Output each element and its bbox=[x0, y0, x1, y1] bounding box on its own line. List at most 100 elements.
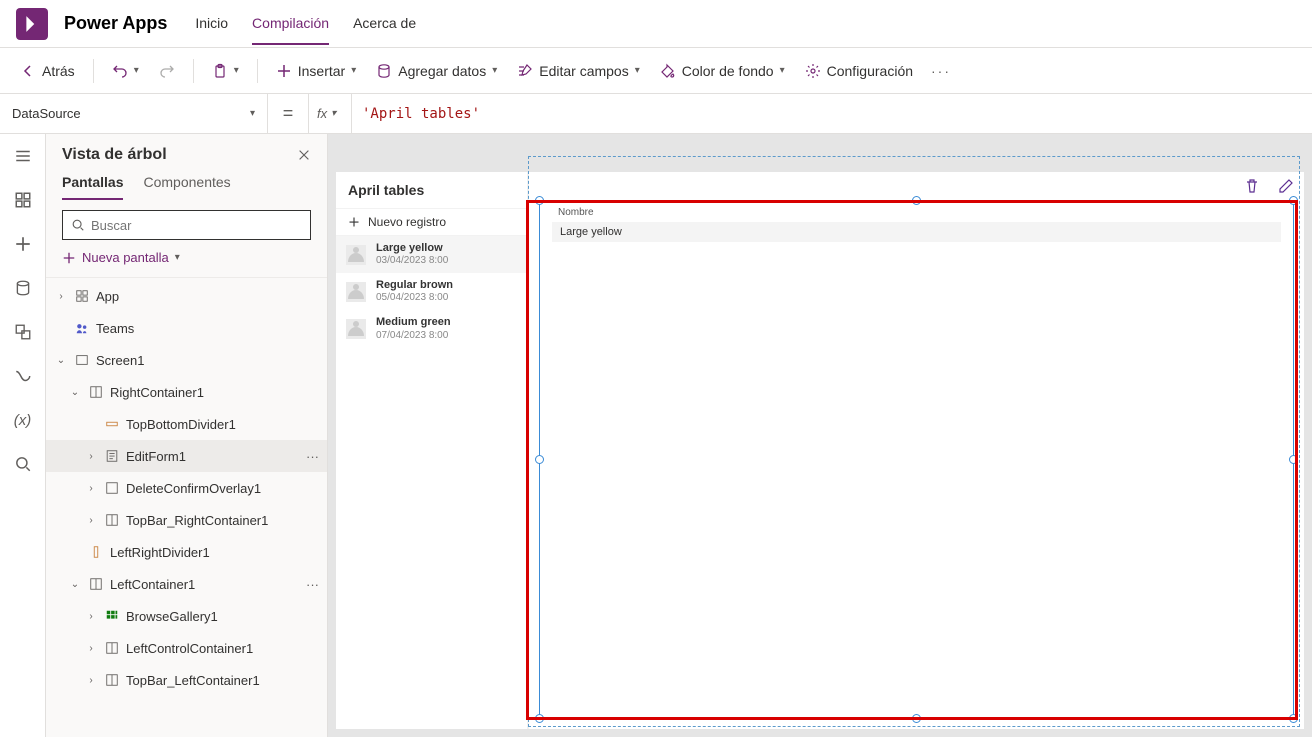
resize-handle[interactable] bbox=[912, 714, 921, 723]
edit-fields-label: Editar campos bbox=[539, 63, 628, 79]
tree-item-divider[interactable]: · TopBottomDivider1 bbox=[46, 408, 327, 440]
tree-item-topbar-right[interactable]: › TopBar_RightContainer1 bbox=[46, 504, 327, 536]
tree-item-app[interactable]: › App bbox=[46, 280, 327, 312]
form-field-input[interactable]: Large yellow bbox=[552, 222, 1281, 242]
color-bucket-icon bbox=[660, 63, 676, 79]
clipboard-icon bbox=[212, 63, 228, 79]
rail-tree-icon[interactable] bbox=[13, 146, 33, 166]
resize-handle[interactable] bbox=[912, 196, 921, 205]
edit-fields-button[interactable]: Editar campos ▾ bbox=[511, 59, 646, 83]
resize-handle[interactable] bbox=[1289, 714, 1298, 723]
insert-button[interactable]: Insertar ▾ bbox=[270, 59, 363, 83]
more-icon[interactable]: ··· bbox=[306, 449, 319, 464]
chevron-right-icon[interactable]: › bbox=[84, 483, 98, 494]
ribbon-separator bbox=[193, 59, 194, 83]
chevron-down-icon[interactable]: ▾ bbox=[351, 65, 356, 76]
tree-item-screen1[interactable]: ⌄ Screen1 bbox=[46, 344, 327, 376]
delete-icon[interactable] bbox=[1244, 178, 1260, 194]
selected-editform-control[interactable]: Nombre Large yellow bbox=[539, 200, 1294, 719]
row-name: Medium green bbox=[376, 316, 451, 329]
paste-button[interactable]: ▾ bbox=[206, 59, 245, 83]
tree-label: Screen1 bbox=[96, 353, 144, 368]
undo-button[interactable]: ▾ bbox=[106, 59, 145, 83]
container-icon bbox=[104, 480, 120, 496]
nav-about[interactable]: Acerca de bbox=[353, 3, 416, 45]
rail-media-icon[interactable] bbox=[13, 322, 33, 342]
tree-item-deleteconfirm[interactable]: › DeleteConfirmOverlay1 bbox=[46, 472, 327, 504]
chevron-down-icon[interactable]: ▾ bbox=[492, 65, 497, 76]
top-nav: Inicio Compilación Acerca de bbox=[195, 3, 416, 45]
chevron-right-icon[interactable]: › bbox=[84, 515, 98, 526]
fx-button[interactable]: fx ▾ bbox=[308, 94, 352, 133]
tab-screens[interactable]: Pantallas bbox=[62, 174, 123, 200]
resize-handle[interactable] bbox=[535, 714, 544, 723]
rail-variable-icon[interactable]: (x) bbox=[13, 410, 33, 430]
tree-item-leftcontainer[interactable]: ⌄ LeftContainer1 ··· bbox=[46, 568, 327, 600]
chevron-right-icon[interactable]: › bbox=[84, 643, 98, 654]
rail-data-icon[interactable] bbox=[13, 278, 33, 298]
resize-handle[interactable] bbox=[535, 196, 544, 205]
new-record-button[interactable]: Nuevo registro bbox=[336, 208, 527, 236]
bg-color-button[interactable]: Color de fondo ▾ bbox=[654, 59, 791, 83]
chevron-right-icon[interactable]: › bbox=[84, 451, 98, 462]
property-selector[interactable]: DataSource ▾ bbox=[0, 94, 268, 134]
list-item[interactable]: Regular brown 05/04/2023 8:00 bbox=[336, 273, 527, 310]
plus-icon bbox=[62, 251, 76, 265]
redo-button[interactable] bbox=[153, 59, 181, 83]
divider-icon bbox=[104, 416, 120, 432]
gear-icon bbox=[805, 63, 821, 79]
chevron-right-icon[interactable]: › bbox=[84, 675, 98, 686]
chevron-down-icon[interactable]: ▾ bbox=[234, 65, 239, 76]
resize-handle[interactable] bbox=[1289, 455, 1298, 464]
new-record-label: Nuevo registro bbox=[368, 215, 446, 229]
app-logo-icon bbox=[16, 8, 48, 40]
chevron-down-icon[interactable]: ▾ bbox=[635, 65, 640, 76]
back-button[interactable]: Atrás bbox=[14, 59, 81, 83]
resize-handle[interactable] bbox=[535, 455, 544, 464]
tree-panel: Vista de árbol Pantallas Componentes bbox=[46, 134, 328, 737]
new-screen-button[interactable]: Nueva pantalla ▾ bbox=[46, 240, 327, 275]
more-button[interactable]: ··· bbox=[927, 59, 955, 83]
settings-button[interactable]: Configuración bbox=[799, 59, 919, 83]
tree-item-topbar-left[interactable]: › TopBar_LeftContainer1 bbox=[46, 664, 327, 696]
search-input[interactable] bbox=[91, 218, 302, 233]
tab-components[interactable]: Componentes bbox=[143, 174, 230, 200]
more-icon[interactable]: ··· bbox=[306, 577, 319, 592]
canvas[interactable]: April tables Nuevo registro Large yellow… bbox=[328, 134, 1312, 737]
chevron-right-icon[interactable]: › bbox=[54, 291, 68, 302]
close-icon[interactable] bbox=[297, 148, 311, 162]
chevron-down-icon[interactable]: ⌄ bbox=[68, 387, 82, 398]
rail-insert-icon[interactable] bbox=[13, 190, 33, 210]
chevron-down-icon[interactable]: ▾ bbox=[780, 65, 785, 76]
row-date: 05/04/2023 8:00 bbox=[376, 292, 453, 304]
add-data-button[interactable]: Agregar datos ▾ bbox=[370, 59, 503, 83]
tree-label: LeftControlContainer1 bbox=[126, 641, 253, 656]
ribbon-separator bbox=[93, 59, 94, 83]
side-rail: (x) bbox=[0, 134, 46, 737]
screen-icon bbox=[74, 352, 90, 368]
tree-item-browsegallery[interactable]: › BrowseGallery1 bbox=[46, 600, 327, 632]
formula-input[interactable]: 'April tables' bbox=[352, 94, 1312, 133]
tree-item-editform[interactable]: › EditForm1 ··· bbox=[46, 440, 327, 472]
container-icon bbox=[104, 640, 120, 656]
chevron-down-icon[interactable]: ⌄ bbox=[54, 355, 68, 366]
edit-icon[interactable] bbox=[1278, 178, 1294, 194]
tree-item-rightcontainer[interactable]: ⌄ RightContainer1 bbox=[46, 376, 327, 408]
rail-search-icon[interactable] bbox=[13, 454, 33, 474]
list-item[interactable]: Large yellow 03/04/2023 8:00 bbox=[336, 236, 527, 273]
chevron-down-icon: ▾ bbox=[250, 108, 255, 119]
nav-home[interactable]: Inicio bbox=[195, 3, 228, 45]
chevron-right-icon[interactable]: › bbox=[84, 611, 98, 622]
rail-plus-icon[interactable] bbox=[13, 234, 33, 254]
row-date: 07/04/2023 8:00 bbox=[376, 330, 451, 342]
list-item[interactable]: Medium green 07/04/2023 8:00 bbox=[336, 310, 527, 347]
tree-item-teams[interactable]: · Teams bbox=[46, 312, 327, 344]
chevron-down-icon[interactable]: ⌄ bbox=[68, 579, 82, 590]
chevron-down-icon[interactable]: ▾ bbox=[134, 65, 139, 76]
rail-flow-icon[interactable] bbox=[13, 366, 33, 386]
resize-handle[interactable] bbox=[1289, 196, 1298, 205]
tree-item-lrdivider[interactable]: · LeftRightDivider1 bbox=[46, 536, 327, 568]
nav-build[interactable]: Compilación bbox=[252, 3, 329, 45]
tree-item-leftcontrol[interactable]: › LeftControlContainer1 bbox=[46, 632, 327, 664]
search-box[interactable] bbox=[62, 210, 311, 240]
